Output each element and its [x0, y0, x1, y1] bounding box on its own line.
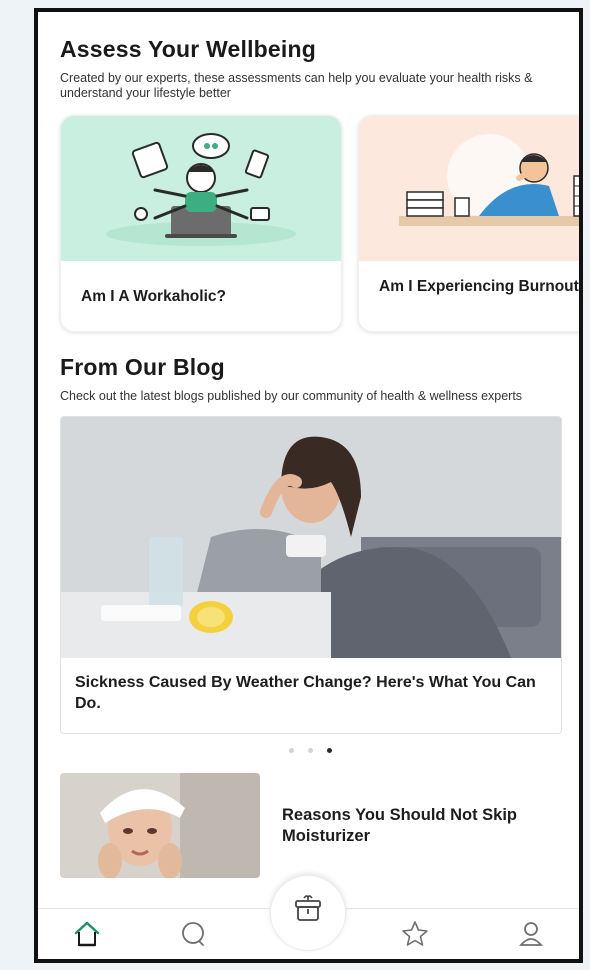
assessment-card-workaholic[interactable]: Am I A Workaholic?: [60, 115, 342, 332]
profile-icon[interactable]: [516, 919, 546, 949]
phone-screen: Assess Your Wellbeing Created by our exp…: [34, 8, 583, 963]
featured-blog-image: [61, 417, 561, 658]
assessment-card-burnout[interactable]: Am I Experiencing Burnout?: [358, 115, 583, 332]
assessment-card-label: Am I A Workaholic?: [81, 288, 226, 305]
blog-title: From Our Blog: [60, 354, 225, 380]
blog-subtitle: Check out the latest blogs published by …: [60, 389, 523, 403]
assess-title: Assess Your Wellbeing: [60, 36, 317, 62]
carousel-indicator: [60, 748, 560, 753]
featured-blog-title: Sickness Caused By Weather Change? Here'…: [75, 674, 536, 712]
star-icon[interactable]: [400, 919, 430, 949]
assessment-carousel[interactable]: Am I A Workaholic? Am I Experiencing Bur…: [60, 115, 579, 332]
gift-box-button[interactable]: [270, 875, 346, 951]
assess-section: Assess Your Wellbeing Created by our exp…: [38, 36, 579, 332]
carousel-dot-active[interactable]: [326, 748, 332, 753]
carousel-dot[interactable]: [307, 748, 313, 753]
home-icon[interactable]: [72, 919, 102, 949]
blog-thumbnail: [60, 773, 260, 878]
workaholic-illustration: [61, 116, 341, 261]
featured-blog-card[interactable]: Sickness Caused By Weather Change? Here'…: [60, 416, 562, 734]
blog-list-item[interactable]: Reasons You Should Not Skip Moisturizer: [60, 773, 579, 878]
gift-box-icon: [292, 892, 324, 929]
blog-list-item-title: Reasons You Should Not Skip Moisturizer: [282, 805, 517, 845]
bottom-tab-bar: [38, 875, 579, 959]
assessment-card-label: Am I Experiencing Burnout?: [379, 278, 583, 295]
chat-icon[interactable]: [178, 919, 208, 949]
blog-section: From Our Blog Check out the latest blogs…: [38, 354, 579, 878]
carousel-dot[interactable]: [288, 748, 294, 753]
burnout-illustration: [359, 116, 579, 261]
assess-subtitle: Created by our experts, these assessment…: [60, 71, 533, 100]
